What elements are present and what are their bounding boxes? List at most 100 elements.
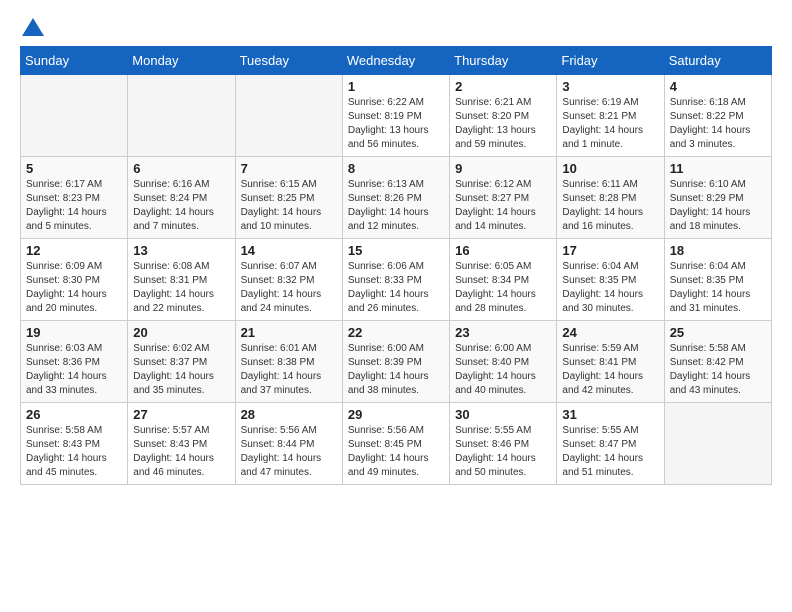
day-info: Sunrise: 5:56 AM Sunset: 8:44 PM Dayligh… bbox=[241, 424, 337, 480]
calendar-cell: 10 Sunrise: 6:11 AM Sunset: 8:28 PM Dayli… bbox=[557, 157, 664, 239]
day-info: Sunrise: 6:17 AM Sunset: 8:23 PM Dayligh… bbox=[26, 178, 122, 234]
calendar-cell: 26 Sunrise: 5:58 AM Sunset: 8:43 PM Dayli… bbox=[21, 403, 128, 485]
calendar-cell: 15Sunrise: 6:06 AM Sunset: 8:33 PM Dayli… bbox=[342, 239, 449, 321]
day-info: Sunrise: 6:02 AM Sunset: 8:37 PM Dayligh… bbox=[133, 342, 229, 398]
day-number: 2 bbox=[455, 79, 551, 94]
day-number: 18 bbox=[670, 243, 766, 258]
calendar-cell: 21Sunrise: 6:01 AM Sunset: 8:38 PM Dayli… bbox=[235, 321, 342, 403]
day-number: 8 bbox=[348, 161, 444, 176]
calendar-cell: 22 Sunrise: 6:00 AM Sunset: 8:39 PM Dayli… bbox=[342, 321, 449, 403]
day-info: Sunrise: 5:56 AM Sunset: 8:45 PM Dayligh… bbox=[348, 424, 444, 480]
day-info: Sunrise: 6:19 AM Sunset: 8:21 PM Dayligh… bbox=[562, 96, 658, 152]
day-info: Sunrise: 6:11 AM Sunset: 8:28 PM Dayligh… bbox=[562, 178, 658, 234]
calendar-cell bbox=[21, 75, 128, 157]
day-info: Sunrise: 5:55 AM Sunset: 8:47 PM Dayligh… bbox=[562, 424, 658, 480]
calendar-cell: 28 Sunrise: 5:56 AM Sunset: 8:44 PM Dayli… bbox=[235, 403, 342, 485]
day-info: Sunrise: 6:13 AM Sunset: 8:26 PM Dayligh… bbox=[348, 178, 444, 234]
weekday-header-wednesday: Wednesday bbox=[342, 47, 449, 75]
day-number: 27 bbox=[133, 407, 229, 422]
day-info: Sunrise: 5:58 AM Sunset: 8:42 PM Dayligh… bbox=[670, 342, 766, 398]
calendar-cell: 2 Sunrise: 6:21 AM Sunset: 8:20 PM Daylig… bbox=[450, 75, 557, 157]
calendar-cell: 4 Sunrise: 6:18 AM Sunset: 8:22 PM Daylig… bbox=[664, 75, 771, 157]
day-info: Sunrise: 6:12 AM Sunset: 8:27 PM Dayligh… bbox=[455, 178, 551, 234]
day-info: Sunrise: 6:16 AM Sunset: 8:24 PM Dayligh… bbox=[133, 178, 229, 234]
calendar-cell: 25 Sunrise: 5:58 AM Sunset: 8:42 PM Dayli… bbox=[664, 321, 771, 403]
day-number: 14 bbox=[241, 243, 337, 258]
day-info: Sunrise: 5:59 AM Sunset: 8:41 PM Dayligh… bbox=[562, 342, 658, 398]
day-number: 21 bbox=[241, 325, 337, 340]
calendar-cell: 13Sunrise: 6:08 AM Sunset: 8:31 PM Dayli… bbox=[128, 239, 235, 321]
calendar-cell: 1 Sunrise: 6:22 AM Sunset: 8:19 PM Daylig… bbox=[342, 75, 449, 157]
day-number: 24 bbox=[562, 325, 658, 340]
day-info: Sunrise: 6:09 AM Sunset: 8:30 PM Dayligh… bbox=[26, 260, 122, 316]
day-number: 31 bbox=[562, 407, 658, 422]
calendar-cell: 24 Sunrise: 5:59 AM Sunset: 8:41 PM Dayli… bbox=[557, 321, 664, 403]
day-number: 20 bbox=[133, 325, 229, 340]
calendar-cell: 12Sunrise: 6:09 AM Sunset: 8:30 PM Dayli… bbox=[21, 239, 128, 321]
day-info: Sunrise: 5:57 AM Sunset: 8:43 PM Dayligh… bbox=[133, 424, 229, 480]
calendar-cell: 14 Sunrise: 6:07 AM Sunset: 8:32 PM Dayli… bbox=[235, 239, 342, 321]
calendar-cell: 20 Sunrise: 6:02 AM Sunset: 8:37 PM Dayli… bbox=[128, 321, 235, 403]
weekday-header-saturday: Saturday bbox=[664, 47, 771, 75]
day-info: Sunrise: 6:22 AM Sunset: 8:19 PM Dayligh… bbox=[348, 96, 444, 152]
day-number: 30 bbox=[455, 407, 551, 422]
calendar-body: 1 Sunrise: 6:22 AM Sunset: 8:19 PM Daylig… bbox=[21, 75, 772, 485]
calendar-cell: 23Sunrise: 6:00 AM Sunset: 8:40 PM Dayli… bbox=[450, 321, 557, 403]
header bbox=[20, 15, 772, 36]
calendar-table: SundayMondayTuesdayWednesdayThursdayFrid… bbox=[20, 46, 772, 485]
day-info: Sunrise: 6:21 AM Sunset: 8:20 PM Dayligh… bbox=[455, 96, 551, 152]
calendar-cell: 29 Sunrise: 5:56 AM Sunset: 8:45 PM Dayli… bbox=[342, 403, 449, 485]
calendar-cell: 6 Sunrise: 6:16 AM Sunset: 8:24 PM Daylig… bbox=[128, 157, 235, 239]
calendar-cell: 8 Sunrise: 6:13 AM Sunset: 8:26 PM Daylig… bbox=[342, 157, 449, 239]
logo-icon bbox=[22, 18, 44, 36]
day-number: 7 bbox=[241, 161, 337, 176]
day-number: 9 bbox=[455, 161, 551, 176]
day-info: Sunrise: 6:05 AM Sunset: 8:34 PM Dayligh… bbox=[455, 260, 551, 316]
day-info: Sunrise: 5:55 AM Sunset: 8:46 PM Dayligh… bbox=[455, 424, 551, 480]
day-info: Sunrise: 6:10 AM Sunset: 8:29 PM Dayligh… bbox=[670, 178, 766, 234]
calendar-week-row: 12Sunrise: 6:09 AM Sunset: 8:30 PM Dayli… bbox=[21, 239, 772, 321]
day-number: 22 bbox=[348, 325, 444, 340]
day-number: 1 bbox=[348, 79, 444, 94]
day-info: Sunrise: 6:04 AM Sunset: 8:35 PM Dayligh… bbox=[670, 260, 766, 316]
calendar-cell: 16Sunrise: 6:05 AM Sunset: 8:34 PM Dayli… bbox=[450, 239, 557, 321]
calendar-cell: 17 Sunrise: 6:04 AM Sunset: 8:35 PM Dayli… bbox=[557, 239, 664, 321]
calendar-week-row: 5 Sunrise: 6:17 AM Sunset: 8:23 PM Daylig… bbox=[21, 157, 772, 239]
calendar-week-row: 1 Sunrise: 6:22 AM Sunset: 8:19 PM Daylig… bbox=[21, 75, 772, 157]
calendar-cell: 11Sunrise: 6:10 AM Sunset: 8:29 PM Dayli… bbox=[664, 157, 771, 239]
day-info: Sunrise: 6:18 AM Sunset: 8:22 PM Dayligh… bbox=[670, 96, 766, 152]
day-info: Sunrise: 5:58 AM Sunset: 8:43 PM Dayligh… bbox=[26, 424, 122, 480]
day-number: 26 bbox=[26, 407, 122, 422]
day-info: Sunrise: 6:07 AM Sunset: 8:32 PM Dayligh… bbox=[241, 260, 337, 316]
day-info: Sunrise: 6:03 AM Sunset: 8:36 PM Dayligh… bbox=[26, 342, 122, 398]
day-info: Sunrise: 6:04 AM Sunset: 8:35 PM Dayligh… bbox=[562, 260, 658, 316]
calendar-cell: 27 Sunrise: 5:57 AM Sunset: 8:43 PM Dayli… bbox=[128, 403, 235, 485]
weekday-header-row: SundayMondayTuesdayWednesdayThursdayFrid… bbox=[21, 47, 772, 75]
day-number: 6 bbox=[133, 161, 229, 176]
day-number: 10 bbox=[562, 161, 658, 176]
day-number: 29 bbox=[348, 407, 444, 422]
weekday-header-thursday: Thursday bbox=[450, 47, 557, 75]
calendar-cell: 31 Sunrise: 5:55 AM Sunset: 8:47 PM Dayli… bbox=[557, 403, 664, 485]
day-info: Sunrise: 6:00 AM Sunset: 8:39 PM Dayligh… bbox=[348, 342, 444, 398]
calendar-cell: 9 Sunrise: 6:12 AM Sunset: 8:27 PM Daylig… bbox=[450, 157, 557, 239]
calendar-cell bbox=[235, 75, 342, 157]
logo bbox=[20, 15, 46, 36]
weekday-header-friday: Friday bbox=[557, 47, 664, 75]
calendar-cell: 3 Sunrise: 6:19 AM Sunset: 8:21 PM Daylig… bbox=[557, 75, 664, 157]
calendar-cell bbox=[664, 403, 771, 485]
day-info: Sunrise: 6:15 AM Sunset: 8:25 PM Dayligh… bbox=[241, 178, 337, 234]
weekday-header-sunday: Sunday bbox=[21, 47, 128, 75]
calendar-cell: 5 Sunrise: 6:17 AM Sunset: 8:23 PM Daylig… bbox=[21, 157, 128, 239]
day-number: 3 bbox=[562, 79, 658, 94]
day-number: 4 bbox=[670, 79, 766, 94]
day-number: 23 bbox=[455, 325, 551, 340]
day-info: Sunrise: 6:06 AM Sunset: 8:33 PM Dayligh… bbox=[348, 260, 444, 316]
day-number: 5 bbox=[26, 161, 122, 176]
day-number: 17 bbox=[562, 243, 658, 258]
weekday-header-monday: Monday bbox=[128, 47, 235, 75]
day-number: 25 bbox=[670, 325, 766, 340]
day-number: 28 bbox=[241, 407, 337, 422]
calendar-week-row: 19Sunrise: 6:03 AM Sunset: 8:36 PM Dayli… bbox=[21, 321, 772, 403]
calendar-week-row: 26 Sunrise: 5:58 AM Sunset: 8:43 PM Dayli… bbox=[21, 403, 772, 485]
